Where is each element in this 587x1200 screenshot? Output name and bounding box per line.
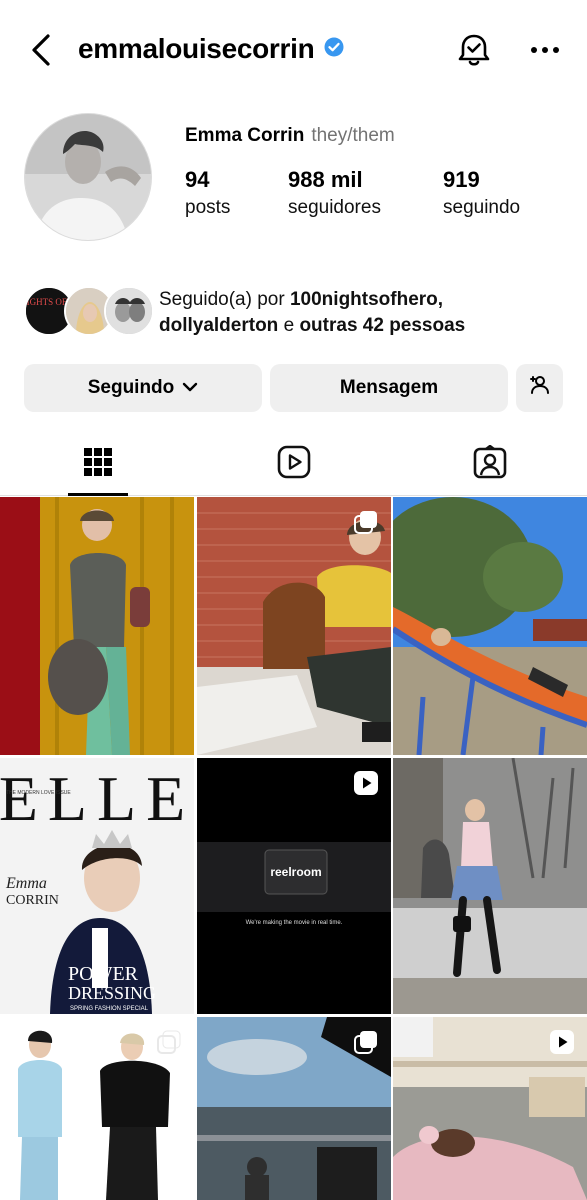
carousel-icon [353, 509, 379, 540]
add-person-icon [528, 373, 552, 403]
notification-bell-icon[interactable] [452, 28, 496, 72]
carousel-icon [156, 1029, 182, 1060]
post-thumbnail[interactable] [393, 1017, 587, 1200]
post-thumbnail[interactable] [393, 758, 587, 1014]
mutual-others[interactable]: outras 42 pessoas [299, 315, 465, 336]
following-button-label: Seguindo [87, 377, 175, 398]
carousel-icon [353, 1029, 379, 1060]
post-thumbnail[interactable] [197, 1017, 391, 1200]
followers-label: seguidores [288, 197, 381, 218]
active-tab-indicator [68, 493, 128, 496]
profile-header: emmalouisecorrin [0, 0, 587, 100]
posts-label: posts [185, 197, 231, 218]
grid-icon [83, 447, 113, 482]
posts-value: 94 [185, 167, 210, 192]
post-thumbnail[interactable]: ELLE THE MODERN LOVE ISSUE Emma CORRIN P… [0, 758, 194, 1014]
message-button-label: Mensagem [339, 377, 439, 398]
followers-count[interactable]: 988 mil seguidores [288, 166, 381, 222]
tagged-icon [473, 444, 507, 484]
following-button[interactable]: Seguindo [24, 364, 262, 412]
followed-by-prefix: Seguido(a) por [159, 289, 285, 310]
video-caption: We're making the movie in real time. [246, 920, 343, 926]
cover-line-1: POWER [68, 963, 139, 985]
username-row: emmalouisecorrin [78, 33, 344, 65]
following-value: 919 [443, 167, 480, 192]
followers-value: 988 mil [288, 167, 363, 192]
cover-line-2: DRESSING [68, 983, 156, 1003]
profile-name-row: Emma Corrin they/them [185, 125, 395, 147]
magazine-tagline: THE MODERN LOVE ISSUE [6, 790, 71, 796]
mutual-user-2[interactable]: dollyalderton [159, 315, 278, 336]
post-thumbnail[interactable] [393, 497, 587, 755]
following-count[interactable]: 919 seguindo [443, 166, 520, 222]
username: emmalouisecorrin [78, 33, 315, 64]
post-thumbnail[interactable] [197, 497, 391, 755]
reel-icon [549, 1029, 575, 1060]
mutual-avatar-3 [104, 286, 154, 336]
magazine-title: ELLE [0, 763, 194, 834]
post-thumbnail[interactable] [0, 1017, 194, 1200]
profile-name: Emma Corrin [185, 125, 305, 146]
cover-name-first: Emma [5, 875, 47, 892]
screen-logo: reelroom [270, 865, 321, 879]
tab-posts-grid[interactable] [0, 432, 196, 496]
cover-name-last: CORRIN [6, 893, 59, 908]
followed-by-text: Seguido(a) por 100nightsofhero, dollyald… [159, 287, 465, 339]
chevron-down-icon [182, 377, 198, 399]
mutual-user-1[interactable]: 100nightsofhero, [290, 289, 443, 310]
posts-grid: ELLE THE MODERN LOVE ISSUE Emma CORRIN P… [0, 497, 587, 1200]
profile-avatar[interactable] [24, 113, 152, 241]
reel-icon [353, 770, 379, 801]
followed-by-connector: e [283, 315, 295, 336]
profile-tabs [0, 432, 587, 496]
more-options-icon[interactable] [522, 30, 568, 70]
mutual-followers[interactable]: 100 NIGHTS OF HERO Seguido(a) por 100nig… [24, 285, 584, 339]
tab-reels[interactable] [196, 432, 392, 496]
cover-line-3: SPRING FASHION SPECIAL [70, 1006, 149, 1012]
pronouns: they/them [311, 125, 395, 146]
back-icon[interactable] [22, 28, 62, 72]
verified-badge-icon [324, 37, 344, 62]
reels-icon [277, 445, 311, 484]
following-label: seguindo [443, 197, 521, 218]
post-thumbnail[interactable]: reelroom We're making the movie in real … [197, 758, 391, 1014]
tab-tagged[interactable] [392, 432, 587, 496]
post-thumbnail[interactable] [0, 497, 194, 755]
message-button[interactable]: Mensagem [270, 364, 508, 412]
posts-count[interactable]: 94 posts [185, 166, 230, 222]
suggest-users-button[interactable] [516, 364, 563, 412]
